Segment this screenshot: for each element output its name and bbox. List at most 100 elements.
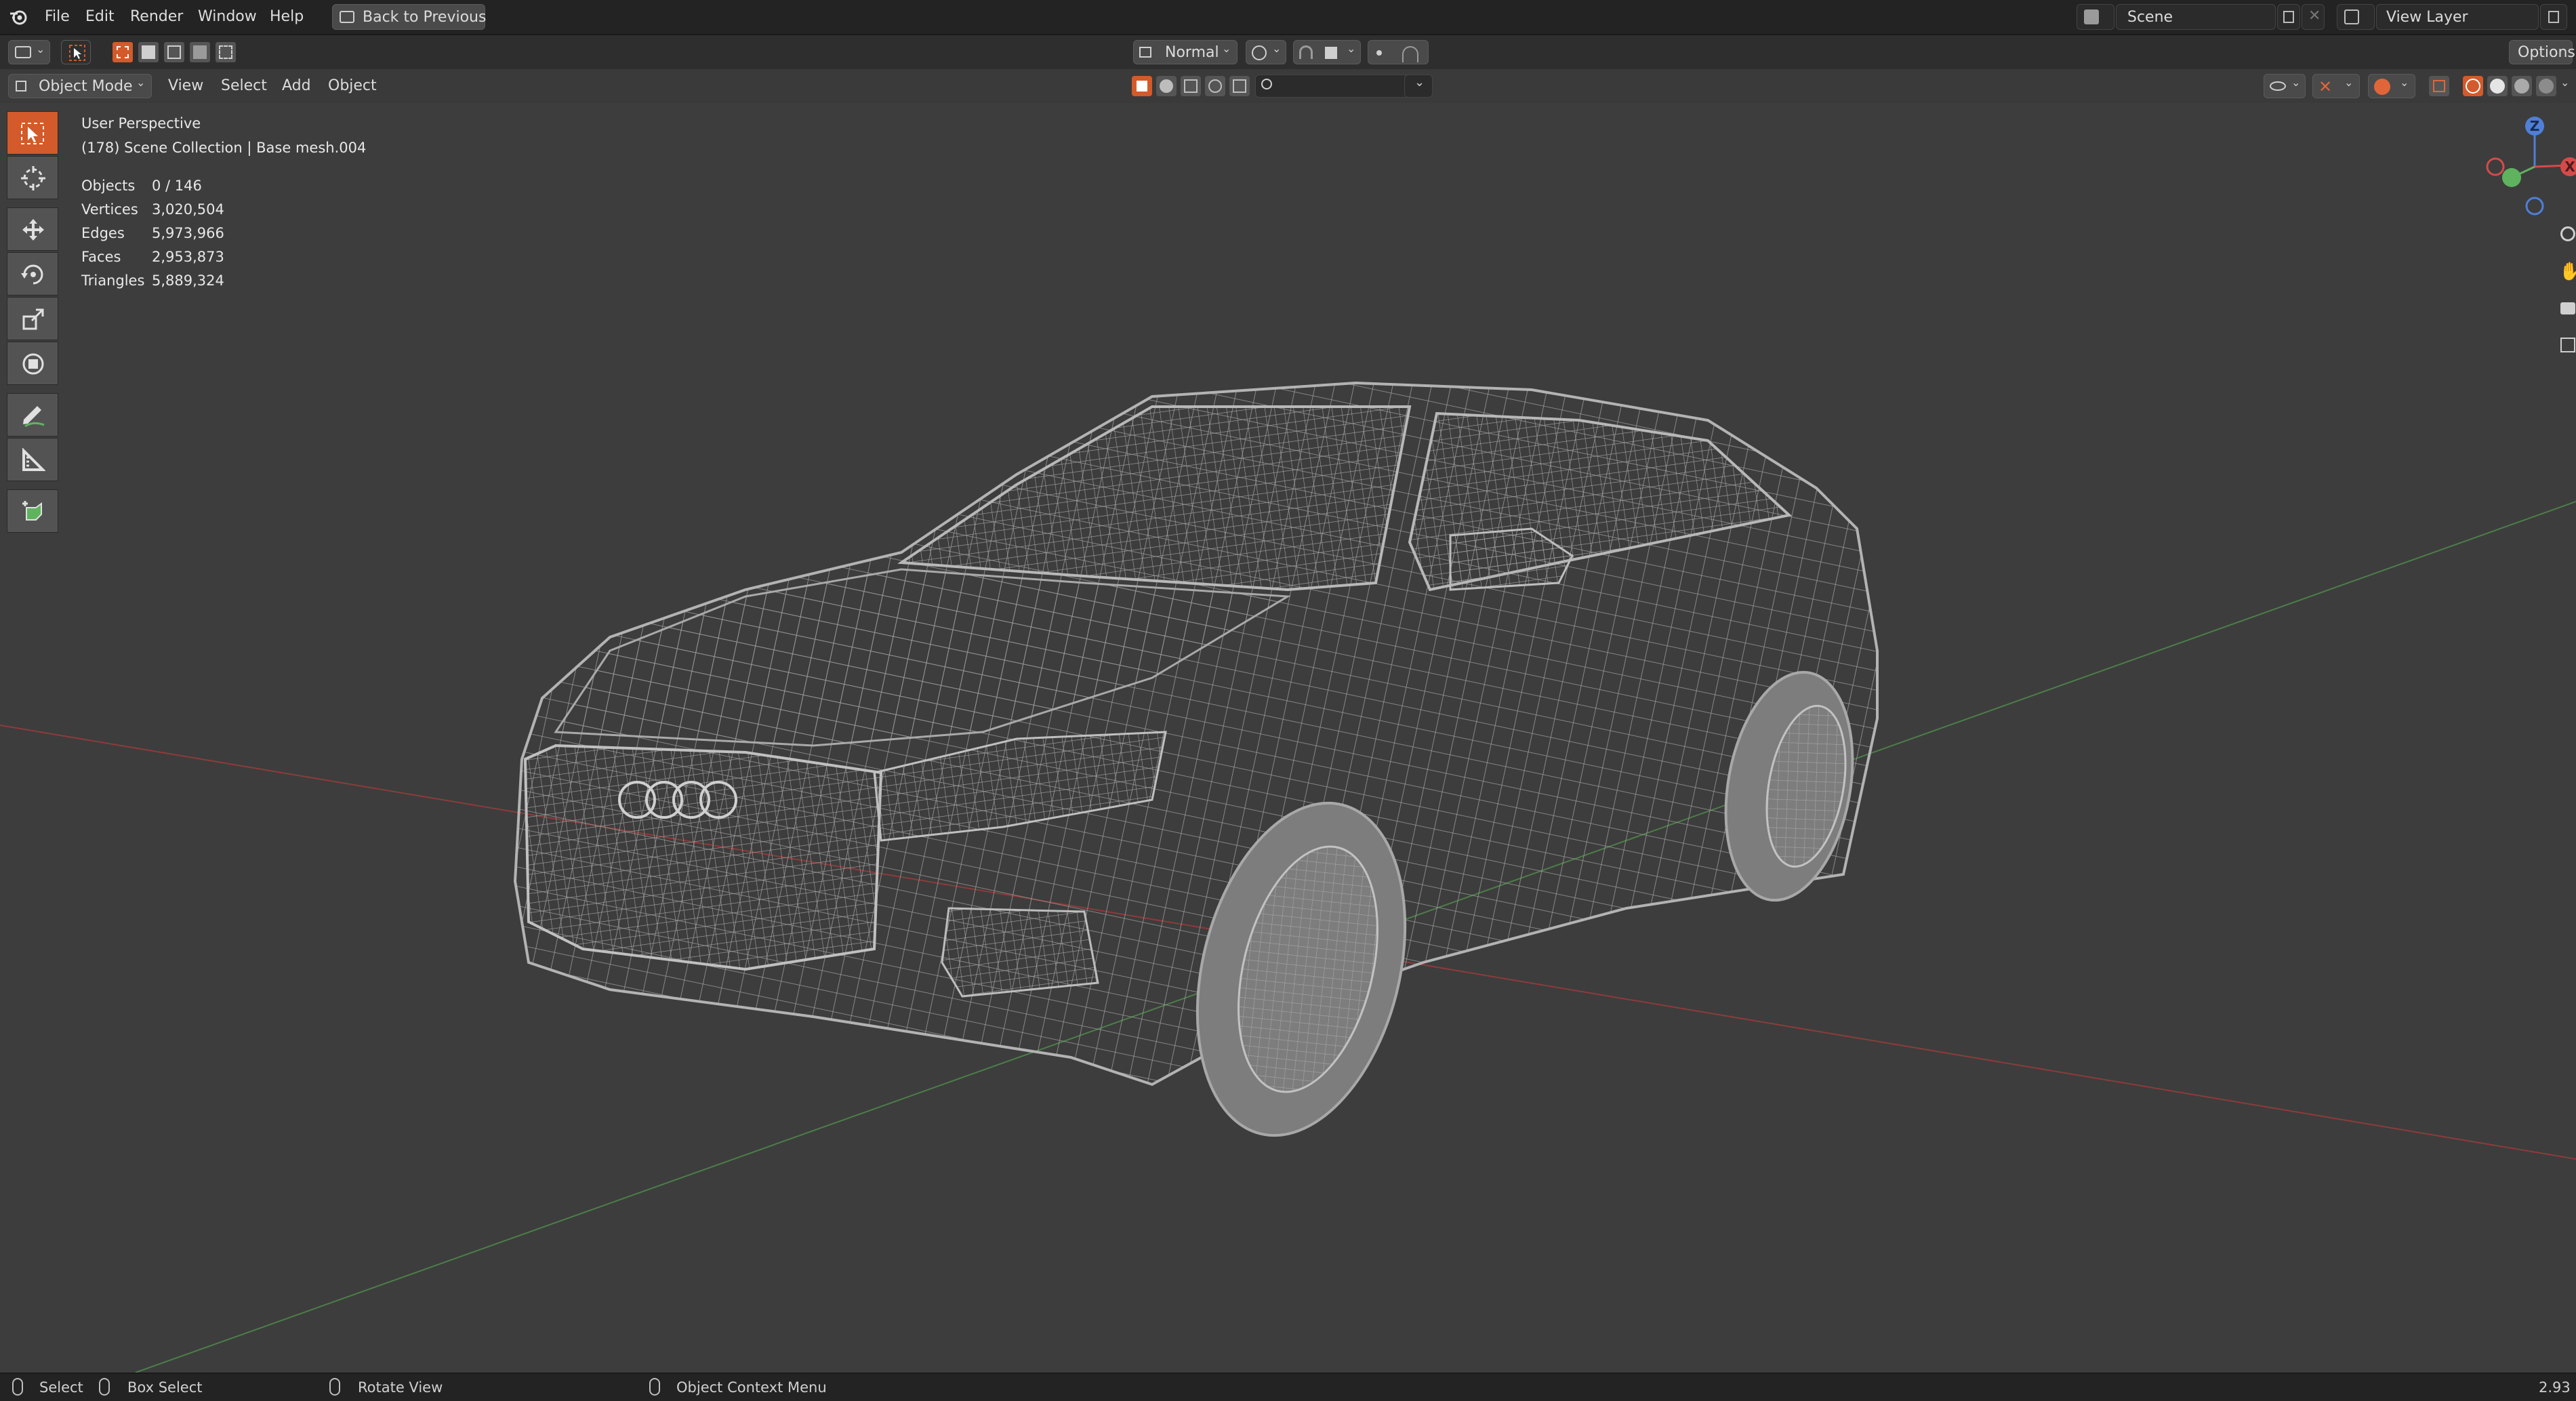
- view-layer-name-field[interactable]: View Layer: [2376, 4, 2539, 30]
- transform-orientation-dropdown[interactable]: Normal ⌄: [1133, 40, 1238, 64]
- navigation-gizmo[interactable]: Z X: [2480, 113, 2576, 221]
- grid-icon[interactable]: [2560, 338, 2575, 352]
- add-cube-tool[interactable]: [7, 489, 58, 533]
- menu-render[interactable]: Render: [125, 5, 188, 28]
- rotate-icon: [21, 264, 43, 285]
- eye-icon: [2270, 81, 2286, 91]
- add-menu[interactable]: Add: [282, 77, 311, 94]
- select-new-mode-button[interactable]: [113, 42, 133, 62]
- mesh-select-filter-button[interactable]: [1132, 76, 1152, 96]
- gizmo-neg-x-axis: [2486, 157, 2505, 176]
- falloff-curve-icon: [1402, 46, 1418, 62]
- annotate-tool[interactable]: [7, 393, 58, 436]
- menu-edit[interactable]: Edit: [80, 5, 120, 28]
- editor-type-button[interactable]: ⌄: [8, 40, 50, 64]
- new-scene-button[interactable]: [2277, 4, 2300, 30]
- chevron-down-icon: ⌄: [36, 43, 45, 56]
- stat-label: Edges: [81, 225, 125, 241]
- view-layer-browse-button[interactable]: [2337, 4, 2375, 30]
- active-tool-button[interactable]: [61, 40, 91, 64]
- scale-icon: [22, 308, 44, 330]
- xray-toggle[interactable]: [2429, 76, 2449, 96]
- mouse-right-icon: [649, 1378, 660, 1396]
- interaction-mode-value: Object Mode: [39, 78, 133, 95]
- pencil-icon: [23, 406, 45, 428]
- image-button[interactable]: [1229, 76, 1250, 96]
- world-button[interactable]: [1205, 76, 1225, 96]
- add-cube-icon: [22, 501, 42, 521]
- select-box-tool[interactable]: [7, 111, 58, 155]
- chevron-down-icon: ⌄: [2344, 76, 2354, 89]
- blender-logo-icon[interactable]: [8, 7, 28, 27]
- search-options-dropdown[interactable]: ⌄: [1404, 75, 1433, 98]
- scene-name-label: Scene: [2127, 9, 2173, 26]
- solid-shading-button[interactable]: [2487, 76, 2508, 96]
- move-arrows-icon: [22, 219, 44, 241]
- object-mode-icon: [16, 81, 26, 92]
- wireframe-shading-button[interactable]: [2463, 76, 2483, 96]
- overlays-toggle[interactable]: ⌄: [2368, 74, 2415, 98]
- texture-button[interactable]: [1181, 76, 1201, 96]
- transform-icon: [22, 353, 44, 375]
- blender-version: 2.93: [2539, 1379, 2571, 1396]
- rendered-shading-button[interactable]: [2536, 76, 2556, 96]
- proportional-editing-controls[interactable]: [1368, 40, 1429, 64]
- scene-browse-button[interactable]: [2077, 4, 2114, 30]
- chevron-down-icon: ⌄: [1272, 42, 1282, 55]
- interaction-mode-dropdown[interactable]: Object Mode ⌄: [8, 74, 152, 98]
- select-intersect-mode-button[interactable]: [216, 42, 236, 62]
- front-grille: [523, 744, 883, 971]
- shading-options-dropdown[interactable]: ⌄: [2559, 76, 2574, 96]
- pivot-point-dropdown[interactable]: ⌄: [1246, 40, 1286, 64]
- measure-tool[interactable]: [7, 438, 58, 481]
- menu-help[interactable]: Help: [264, 5, 309, 28]
- car-wireframe-model[interactable]: [513, 381, 1879, 1158]
- select-subtract-mode-button[interactable]: [164, 42, 184, 62]
- material-shading-button[interactable]: [2512, 76, 2532, 96]
- gizmo-toggle[interactable]: ✕ ⌄: [2312, 74, 2360, 98]
- chevron-down-icon: ⌄: [2400, 76, 2409, 89]
- camera-icon[interactable]: [2560, 302, 2575, 314]
- transform-tool[interactable]: [7, 342, 58, 385]
- search-input[interactable]: [1255, 75, 1412, 98]
- select-menu[interactable]: Select: [221, 77, 267, 94]
- menu-window[interactable]: Window: [192, 5, 262, 28]
- status-select-hint: Select: [39, 1379, 83, 1396]
- status-rotate-view-hint: Rotate View: [358, 1379, 443, 1396]
- wireframe-sphere-icon: [2466, 79, 2480, 94]
- select-invert-mode-button[interactable]: [190, 42, 210, 62]
- options-label: Options: [2518, 44, 2575, 61]
- view-menu[interactable]: View: [168, 77, 203, 94]
- viewport-canvas[interactable]: [0, 103, 2576, 1373]
- scene-name-field[interactable]: Scene: [2116, 4, 2276, 30]
- object-menu[interactable]: Object: [328, 77, 377, 94]
- move-tool[interactable]: [7, 207, 58, 251]
- visibility-dropdown[interactable]: ⌄: [2264, 74, 2306, 98]
- options-button[interactable]: Options: [2509, 40, 2575, 64]
- material-sphere-icon: [2514, 79, 2529, 94]
- zoom-icon[interactable]: [2560, 226, 2575, 241]
- select-new-icon: [117, 46, 129, 58]
- chevron-down-icon: ⌄: [1222, 42, 1231, 55]
- scale-tool[interactable]: [7, 297, 58, 340]
- menu-file[interactable]: File: [39, 5, 75, 28]
- shading-sphere-button[interactable]: [1156, 76, 1177, 96]
- cursor-tool[interactable]: [7, 156, 58, 199]
- delete-scene-button[interactable]: ✕: [2302, 4, 2325, 30]
- sphere-icon: [1160, 79, 1173, 93]
- pan-hand-icon[interactable]: ✋: [2559, 262, 2576, 282]
- 3d-cursor-icon: [21, 166, 45, 190]
- snapping-controls[interactable]: ⌄: [1293, 40, 1361, 64]
- back-to-previous-button[interactable]: Back to Previous: [332, 4, 486, 30]
- active-collection-label: (178) Scene Collection | Base mesh.004: [81, 140, 367, 156]
- new-view-layer-button[interactable]: [2540, 4, 2567, 30]
- xray-icon: [2433, 80, 2445, 92]
- stat-value: 5,889,324: [152, 272, 224, 289]
- gizmo-x-label: X: [2564, 159, 2575, 175]
- chevron-down-icon: ⌄: [2560, 76, 2570, 89]
- stat-label: Faces: [81, 249, 121, 265]
- rotate-tool[interactable]: [7, 252, 58, 296]
- snap-element-icon: [1325, 47, 1337, 59]
- stat-value: 5,973,966: [152, 225, 224, 241]
- select-extend-mode-button[interactable]: [138, 42, 159, 62]
